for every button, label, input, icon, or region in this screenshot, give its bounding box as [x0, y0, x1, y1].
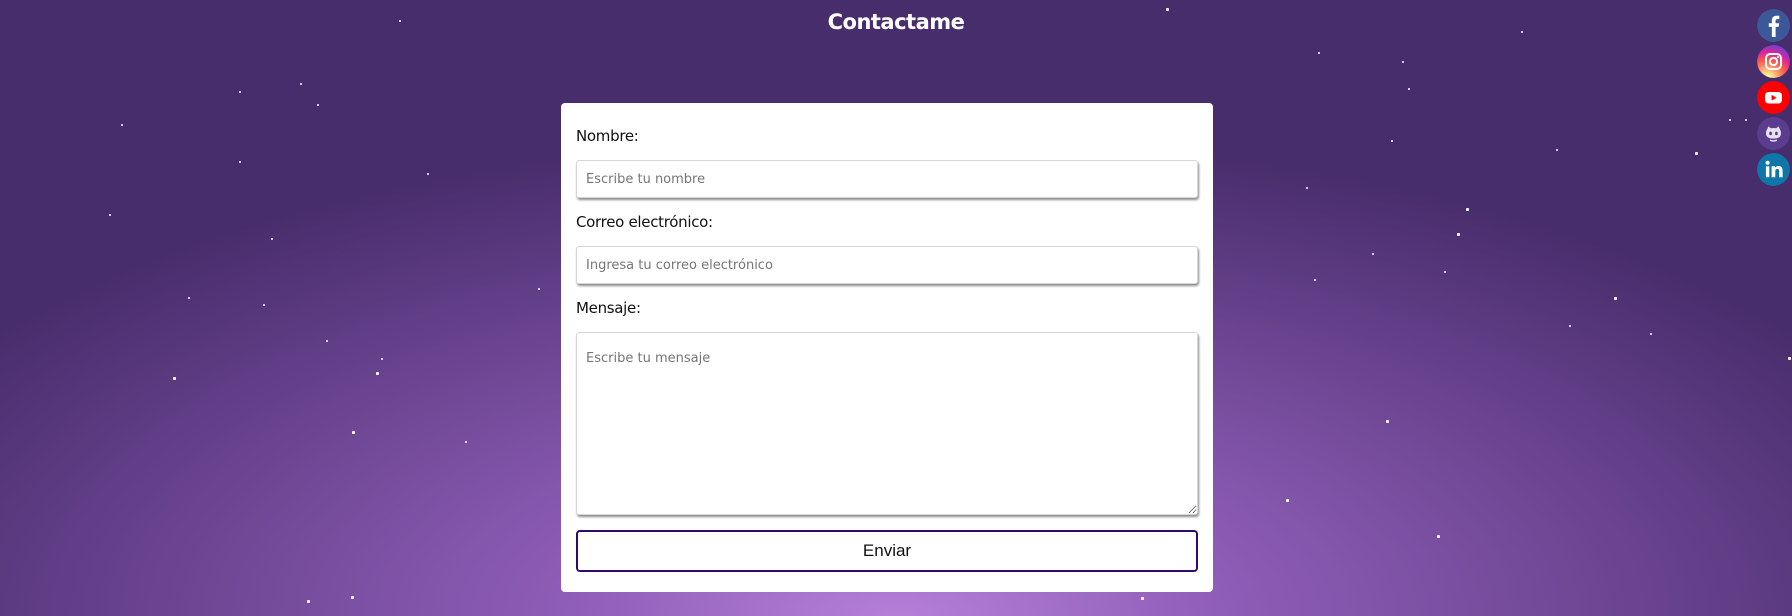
- submit-button[interactable]: Enviar: [576, 530, 1198, 572]
- name-input[interactable]: [576, 160, 1198, 198]
- youtube-link[interactable]: [1757, 81, 1790, 114]
- facebook-link[interactable]: [1757, 9, 1790, 42]
- linkedin-icon: [1757, 153, 1790, 186]
- linkedin-link[interactable]: [1757, 153, 1790, 186]
- instagram-link[interactable]: [1757, 45, 1790, 78]
- email-label: Correo electrónico:: [576, 213, 713, 231]
- name-label: Nombre:: [576, 127, 639, 145]
- social-links: [1757, 9, 1790, 189]
- instagram-icon: [1757, 45, 1790, 78]
- github-icon: [1757, 117, 1790, 150]
- contact-form: Nombre: Correo electrónico: Mensaje: Env…: [561, 103, 1213, 592]
- youtube-icon: [1757, 81, 1790, 114]
- page-title: Contactame: [827, 10, 965, 34]
- email-input[interactable]: [576, 246, 1198, 284]
- facebook-icon: [1757, 9, 1790, 42]
- message-label: Mensaje:: [576, 299, 641, 317]
- github-link[interactable]: [1757, 117, 1790, 150]
- message-textarea[interactable]: [576, 332, 1198, 515]
